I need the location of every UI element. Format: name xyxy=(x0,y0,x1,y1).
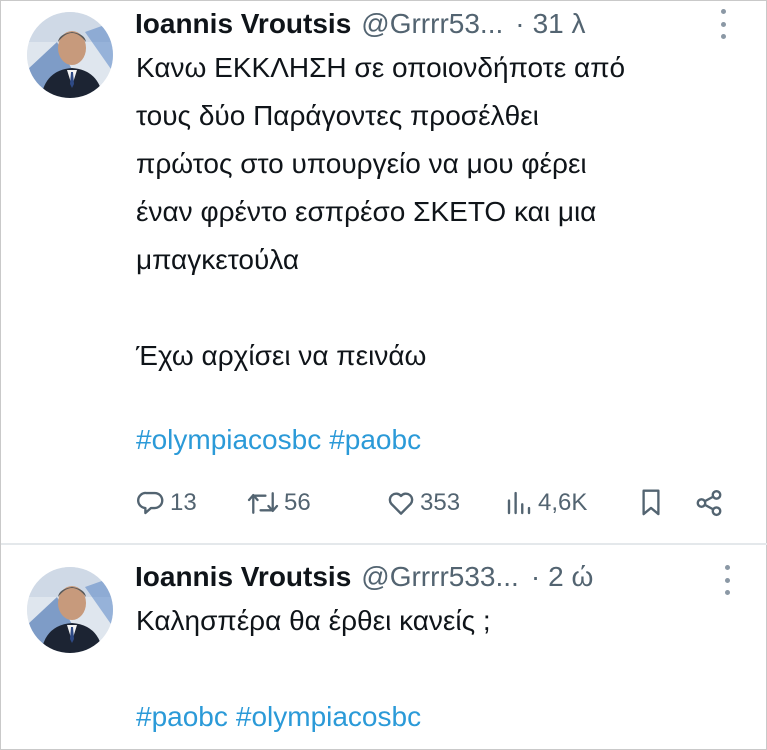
author-name[interactable]: Ioannis Vroutsis xyxy=(135,8,351,40)
tweet-text-line: πρώτος στο υπουργείο να μου φέρει xyxy=(136,148,587,179)
views-button[interactable]: 4,6K xyxy=(504,485,587,521)
author-handle[interactable]: @Grrrr533... xyxy=(361,561,519,593)
tweet-text-line: Κανω ΕΚΚΛΗΣΗ σε οποιονδήποτε από xyxy=(136,52,626,83)
reply-count: 13 xyxy=(170,489,197,516)
tweet-header: Ioannis Vroutsis @Grrrr53... · 31 λ xyxy=(135,4,586,44)
tweet-text-line: Έχω αρχίσει να πεινάω xyxy=(136,340,427,371)
tweet-text-line: έναν φρέντο εσπρέσο ΣΚΕΤΟ και μια xyxy=(136,196,597,227)
tweet-text-line: Καλησπέρα θα έρθει κανείς ; xyxy=(136,605,491,636)
tweet-text: Κανω ΕΚΚΛΗΣΗ σε οποιονδήποτε από τους δύ… xyxy=(136,44,746,380)
share-icon xyxy=(696,489,722,517)
hashtag-link[interactable]: #olympiacosbc xyxy=(236,701,421,732)
author-name[interactable]: Ioannis Vroutsis xyxy=(135,561,351,593)
tweet-text-line: μπαγκετούλα xyxy=(136,244,300,275)
tweet-actions: 13 56 353 4,6K xyxy=(136,485,736,521)
tweet-timestamp[interactable]: 2 ώ xyxy=(548,561,593,593)
more-dots-icon[interactable] xyxy=(719,9,727,39)
heart-icon xyxy=(388,492,414,515)
hashtag-link[interactable]: #olympiacosbc xyxy=(136,424,321,455)
tweet-timestamp[interactable]: 31 λ xyxy=(533,8,586,40)
views-icon xyxy=(507,491,531,515)
tweet[interactable]: Ioannis Vroutsis @Grrrr53... · 31 λ Κανω… xyxy=(1,1,767,543)
tweet-text: Καλησπέρα θα έρθει κανείς ; xyxy=(136,597,746,645)
screenshot-frame: Ioannis Vroutsis @Grrrr53... · 31 λ Κανω… xyxy=(0,0,767,750)
avatar-image xyxy=(27,567,113,653)
avatar[interactable] xyxy=(27,12,113,98)
header-separator: · xyxy=(515,8,525,39)
avatar[interactable] xyxy=(27,567,113,653)
bookmark-icon xyxy=(642,489,660,516)
share-button[interactable] xyxy=(694,485,724,521)
retweet-button[interactable]: 56 xyxy=(246,485,311,521)
views-count: 4,6K xyxy=(538,489,588,516)
tweet-header: Ioannis Vroutsis @Grrrr533... · 2 ώ xyxy=(135,557,593,597)
like-count: 353 xyxy=(420,489,461,516)
like-button[interactable]: 353 xyxy=(386,485,460,521)
tweet[interactable]: Ioannis Vroutsis @Grrrr533... · 2 ώ Καλη… xyxy=(1,543,767,750)
retweet-count: 56 xyxy=(284,489,311,516)
more-dots-icon[interactable] xyxy=(723,565,731,595)
avatar-image xyxy=(27,12,113,98)
bookmark-button[interactable] xyxy=(636,485,666,521)
hashtags: #olympiacosbc #paobc xyxy=(136,424,421,456)
reply-icon xyxy=(137,491,164,515)
tweet-text-line: τους δύο Παράγοντες προσέλθει xyxy=(136,100,539,131)
reply-button[interactable]: 13 xyxy=(136,485,197,521)
header-separator: · xyxy=(530,561,541,592)
hashtags: #paobc #olympiacosbc xyxy=(136,701,421,733)
author-handle[interactable]: @Grrrr53... xyxy=(361,8,503,40)
hashtag-link[interactable]: #paobc xyxy=(136,701,228,732)
retweet-icon xyxy=(247,492,279,514)
hashtag-link[interactable]: #paobc xyxy=(329,424,421,455)
